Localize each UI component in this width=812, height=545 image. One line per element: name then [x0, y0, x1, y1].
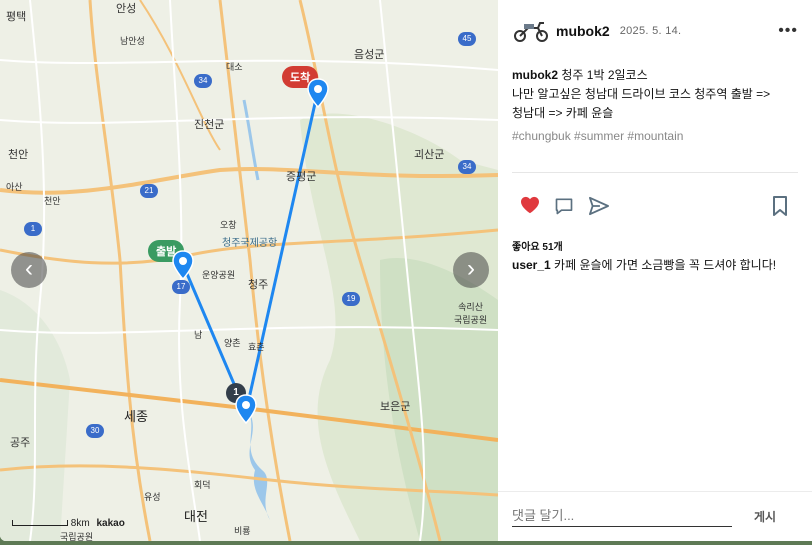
road-shield-30: 30 [86, 424, 104, 438]
map-label-jincheon: 진천군 [194, 119, 225, 131]
comment-text: 카페 윤슬에 가면 소금빵을 꼭 드셔야 합니다! [550, 258, 777, 272]
map-label-national-park: 국립공원 [60, 532, 94, 541]
map-attribution: kakao [96, 518, 125, 529]
heart-icon [521, 196, 539, 214]
like-button[interactable] [520, 196, 540, 219]
more-options-icon[interactable]: ••• [778, 22, 798, 40]
chevron-left-icon: ‹ [25, 255, 33, 282]
map-label-asan: 아산 [6, 182, 23, 192]
map-base [0, 0, 498, 541]
map-label-daejeon: 대전 [184, 509, 208, 524]
bookmark-icon [773, 196, 787, 216]
map-label-gongju: 공주 [10, 437, 31, 449]
comment-button[interactable] [554, 196, 574, 221]
map-label-songnisan: 속리산 국립공원 [454, 302, 488, 325]
road-shield-1: 1 [24, 222, 42, 236]
map-label-namanseong: 남안성 [120, 36, 145, 46]
map-label-hoedeok: 회덕 [194, 480, 211, 490]
map-label-cheonan: 천안 [8, 149, 29, 161]
map-label-unyang: 운양공원 [202, 270, 236, 280]
map-label-anseong: 안성 [116, 3, 137, 15]
post-modal: 평택 안성 남안성 대소 음성군 진천군 천안 괴산군 증평군 천안 아산 오창… [0, 0, 812, 541]
post-sidebar: mubok2 2025. 5. 14. ••• mubok2 청주 1박 2일코… [498, 0, 812, 541]
start-pin-icon[interactable] [172, 250, 194, 280]
avatar-motorbike-icon[interactable] [512, 20, 550, 42]
post-username[interactable]: mubok2 [556, 23, 610, 39]
map-label-cheongju-airport: 청주국제공항 [222, 238, 278, 249]
waypoint-pin-icon[interactable] [235, 394, 257, 424]
map-scale: 8km kakao [12, 518, 125, 529]
map-label-nam: 남 [194, 330, 203, 340]
post-date: 2025. 5. 14. [619, 25, 682, 37]
caption-username[interactable]: mubok2 [512, 68, 558, 82]
comment-username[interactable]: user_1 [512, 258, 551, 272]
comment-icon [555, 198, 573, 215]
road-shield-17: 17 [172, 280, 190, 294]
post-actions [520, 196, 788, 216]
map-label-sejong: 세종 [124, 409, 148, 424]
map-label-cheonan-2: 천안 [44, 196, 61, 206]
divider [512, 172, 798, 173]
road-shield-19: 19 [342, 292, 360, 306]
map-label-cheongju: 청주 [248, 279, 269, 291]
post-comment-button[interactable]: 게시 [754, 508, 776, 525]
scale-bar [12, 520, 68, 527]
bookmark-button[interactable] [772, 196, 788, 221]
map-label-hyochon: 효촌 [248, 342, 265, 352]
map-label-pyeongtaek: 평택 [6, 11, 27, 23]
post-header: mubok2 2025. 5. 14. ••• [498, 0, 812, 46]
road-shield-45: 45 [458, 32, 476, 46]
road-shield-34-east: 34 [458, 160, 476, 174]
post-hashtags[interactable]: #chungbuk #summer #mountain [498, 123, 812, 143]
map-label-yuseong: 유성 [144, 492, 161, 502]
map-label-biryong: 비룡 [234, 526, 251, 536]
prev-image-button[interactable]: ‹ [11, 252, 47, 288]
road-shield-21: 21 [140, 184, 158, 198]
map-label-jeungpyeong: 증평군 [286, 171, 317, 183]
comment-item: user_1 카페 윤슬에 가면 소금빵을 꼭 드셔야 합니다! [512, 256, 776, 273]
scale-text: 8km [70, 518, 90, 529]
route-map[interactable]: 평택 안성 남안성 대소 음성군 진천군 천안 괴산군 증평군 천안 아산 오창… [0, 0, 498, 541]
map-label-eumseong: 음성군 [354, 49, 385, 61]
comment-divider [498, 491, 812, 492]
likes-count[interactable]: 좋아요 51개 [512, 238, 563, 253]
map-label-ochang: 오창 [220, 220, 237, 230]
chevron-right-icon: › [467, 255, 475, 282]
share-button[interactable] [588, 196, 610, 221]
post-caption: mubok2 청주 1박 2일코스 나만 알고싶은 청남대 드라이브 코스 청주… [498, 46, 812, 123]
map-label-goesan: 괴산군 [414, 149, 445, 161]
comment-input[interactable] [512, 504, 732, 527]
send-icon [589, 196, 609, 216]
map-label-boeun: 보은군 [380, 401, 411, 413]
map-label-daeso: 대소 [226, 62, 243, 72]
next-image-button[interactable]: › [453, 252, 489, 288]
end-pin-icon[interactable] [307, 78, 329, 108]
map-label-yangchon: 양촌 [224, 338, 241, 348]
road-shield-34-west: 34 [194, 74, 212, 88]
